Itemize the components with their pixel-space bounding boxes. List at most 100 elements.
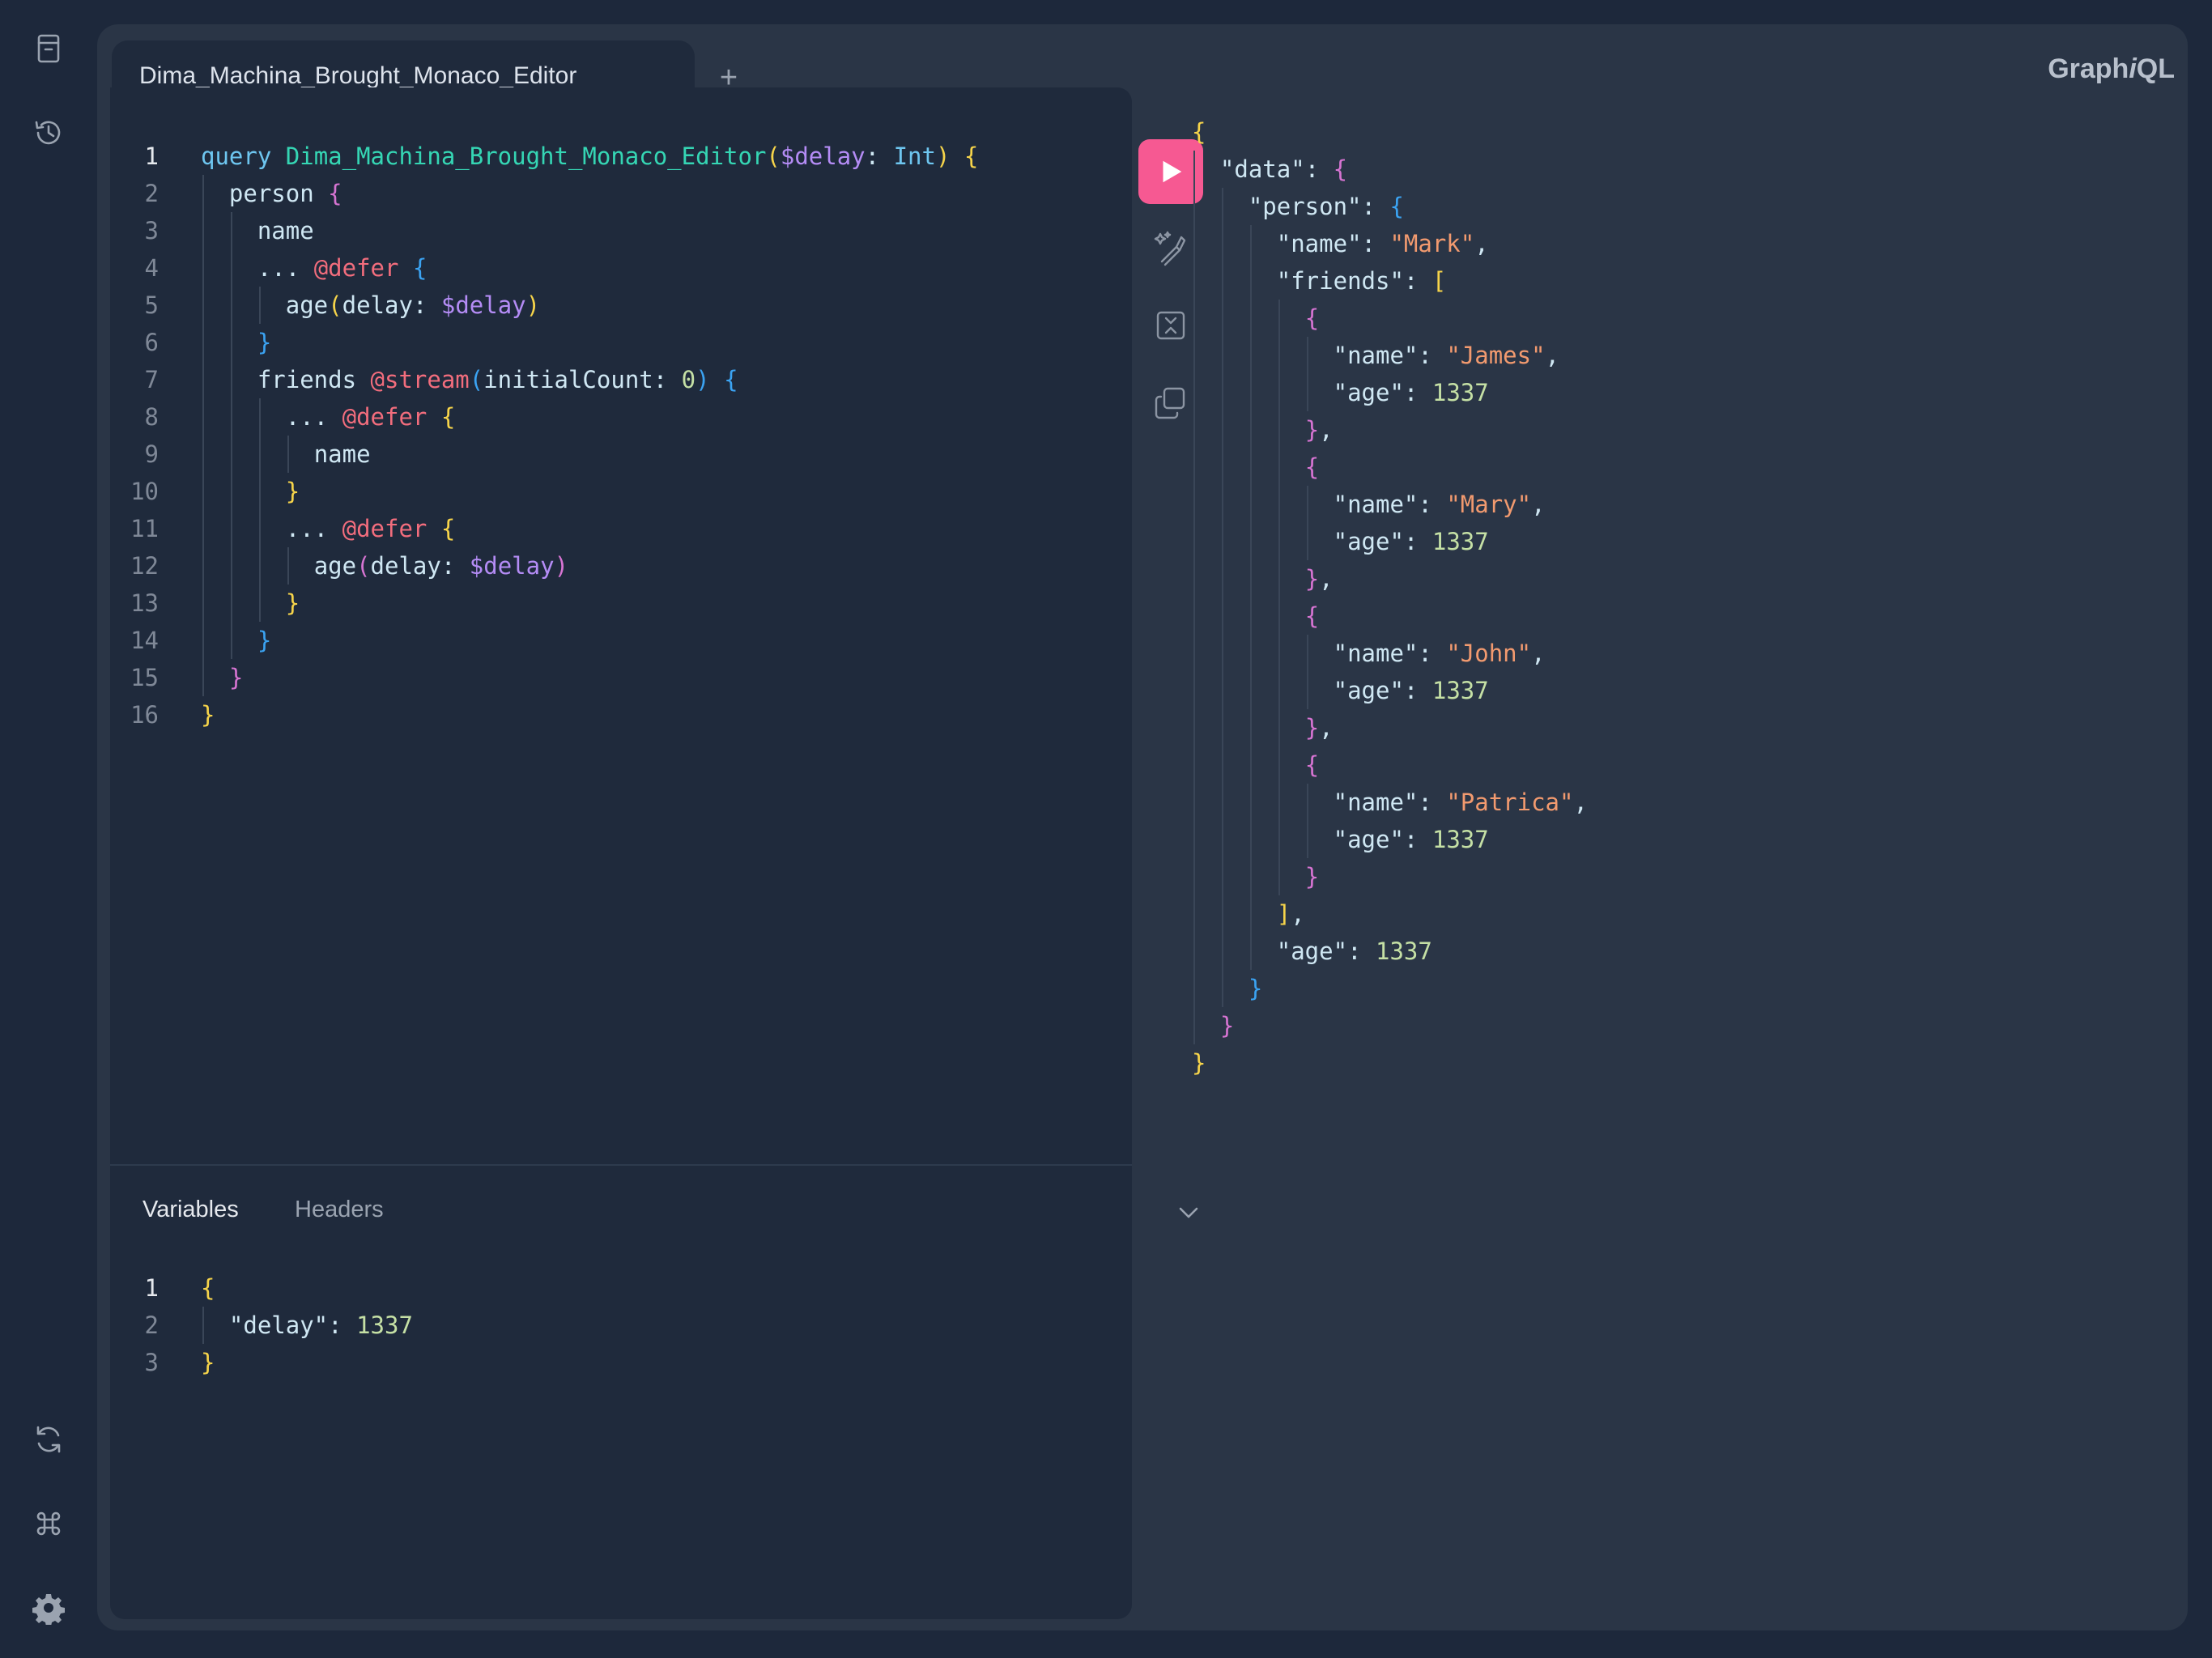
- code-text: }: [1219, 1012, 1235, 1039]
- code-text: person {: [228, 180, 342, 207]
- response-viewer: { "data": { "person": { "name": "Mark", …: [1192, 113, 2163, 1117]
- code-text: "data": {: [1219, 155, 1348, 183]
- indent-guide: [1221, 635, 1223, 672]
- indent-guide: [1278, 374, 1280, 411]
- variables-code[interactable]: 1 {2 "delay": 1337 3}: [110, 1269, 1114, 1399]
- indent-guide: [1221, 337, 1223, 374]
- indent-guide: [1221, 225, 1223, 262]
- code-text: }: [257, 627, 272, 654]
- code-text: }: [257, 329, 272, 356]
- line-number: 10: [130, 478, 159, 505]
- indent-guide: [1221, 970, 1223, 1007]
- indent-guide: [258, 585, 261, 622]
- indent-guide: [1221, 821, 1223, 858]
- line-number: 3: [144, 1349, 159, 1376]
- line-number: 16: [130, 701, 159, 729]
- line-number: 12: [130, 552, 159, 580]
- indent-guide: [1193, 262, 1195, 300]
- indent-guide: [258, 436, 261, 473]
- indent-guide: [1306, 821, 1308, 858]
- refresh-icon[interactable]: [24, 1415, 73, 1464]
- indent-guide: [287, 547, 289, 585]
- indent-guide: [1193, 933, 1195, 970]
- line-number: 8: [144, 403, 159, 431]
- indent-guide: [1306, 337, 1308, 374]
- indent-guide: [1278, 746, 1280, 784]
- indent-guide: [230, 287, 232, 324]
- indent-guide: [230, 436, 232, 473]
- indent-guide: [202, 398, 204, 436]
- indent-guide: [1306, 672, 1308, 709]
- indent-guide: [1193, 523, 1195, 560]
- indent-guide: [1249, 709, 1252, 746]
- code-text: "name": "John",: [1333, 640, 1546, 667]
- code-text: "friends": [: [1276, 267, 1447, 295]
- tab-label: Dima_Machina_Brought_Monaco_Editor: [139, 62, 577, 89]
- graphiql-session: Dima_Machina_Brought_Monaco_Editor + Gra…: [97, 24, 2188, 1630]
- code-text: }: [1304, 863, 1320, 891]
- query-editor[interactable]: 1 query Dima_Machina_Brought_Monaco_Edito…: [110, 87, 1132, 1164]
- indent-guide: [1193, 746, 1195, 784]
- line-number: 11: [130, 515, 159, 542]
- indent-guide: [1249, 523, 1252, 560]
- history-icon[interactable]: [24, 108, 73, 157]
- indent-guide: [1249, 784, 1252, 821]
- indent-guide: [1193, 374, 1195, 411]
- indent-guide: [1193, 1007, 1195, 1044]
- code-text: }: [285, 589, 300, 617]
- indent-guide: [230, 547, 232, 585]
- code-text: {: [1192, 118, 1206, 146]
- indent-guide: [1278, 821, 1280, 858]
- line-number: 6: [144, 329, 159, 356]
- line-number: 1: [144, 142, 159, 170]
- code-text: "name": "Mary",: [1333, 491, 1546, 518]
- settings-icon[interactable]: [24, 1584, 73, 1632]
- indent-guide: [1278, 337, 1280, 374]
- indent-guide: [1221, 709, 1223, 746]
- indent-guide: [1306, 486, 1308, 523]
- indent-guide: [1249, 225, 1252, 262]
- indent-guide: [230, 622, 232, 659]
- indent-guide: [1193, 784, 1195, 821]
- indent-guide: [1278, 635, 1280, 672]
- indent-guide: [1221, 411, 1223, 449]
- code-text: {: [1304, 602, 1320, 630]
- indent-guide: [1221, 933, 1223, 970]
- indent-guide: [1193, 970, 1195, 1007]
- line-number: 2: [144, 1312, 159, 1339]
- code-text: {: [1304, 751, 1320, 779]
- indent-guide: [202, 249, 204, 287]
- tab-headers[interactable]: Headers: [295, 1197, 384, 1223]
- indent-guide: [1221, 262, 1223, 300]
- code-text: query Dima_Machina_Brought_Monaco_Editor…: [201, 142, 979, 170]
- indent-guide: [258, 547, 261, 585]
- indent-guide: [1278, 784, 1280, 821]
- indent-guide: [1249, 411, 1252, 449]
- line-number: 1: [144, 1274, 159, 1302]
- indent-guide: [202, 585, 204, 622]
- indent-guide: [1193, 635, 1195, 672]
- docs-icon[interactable]: [24, 24, 73, 73]
- code-text: }: [1192, 1049, 1206, 1077]
- indent-guide: [1306, 374, 1308, 411]
- indent-guide: [202, 287, 204, 324]
- chevron-down-icon[interactable]: [1174, 1198, 1203, 1227]
- code-text: {: [201, 1274, 215, 1302]
- indent-guide: [1306, 635, 1308, 672]
- indent-guide: [1278, 449, 1280, 486]
- shortcuts-icon[interactable]: [24, 1499, 73, 1548]
- indent-guide: [1249, 300, 1252, 337]
- indent-guide: [1249, 858, 1252, 895]
- indent-guide: [230, 473, 232, 510]
- indent-guide: [1221, 672, 1223, 709]
- line-number: 13: [130, 589, 159, 617]
- indent-guide: [1278, 672, 1280, 709]
- code-text: ],: [1276, 900, 1305, 928]
- indent-guide: [1221, 597, 1223, 635]
- query-code[interactable]: 1 query Dima_Machina_Brought_Monaco_Edito…: [110, 138, 1114, 753]
- indent-guide: [1278, 486, 1280, 523]
- indent-guide: [202, 212, 204, 249]
- indent-guide: [1249, 374, 1252, 411]
- tab-variables[interactable]: Variables: [143, 1197, 239, 1223]
- indent-guide: [1278, 300, 1280, 337]
